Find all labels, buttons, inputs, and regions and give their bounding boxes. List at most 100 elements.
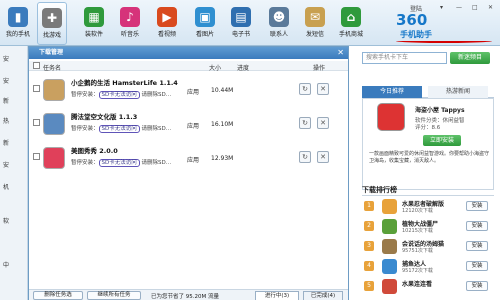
left-sidebar: 安 安 新 热 新 安 机 软 中 <box>0 46 28 300</box>
sidebar-item[interactable]: 中 <box>3 260 9 269</box>
delete-icon[interactable]: ✕ <box>317 151 329 163</box>
rank-number: 5 <box>364 281 374 291</box>
install-button[interactable]: 安装 <box>466 261 488 271</box>
status-prefix: 暂停安装： <box>71 92 99 98</box>
app-icon <box>43 79 65 101</box>
row-checkbox[interactable] <box>33 85 40 92</box>
col-size[interactable]: 大小 <box>209 63 221 72</box>
col-ops[interactable]: 操作 <box>313 63 325 72</box>
nav-label: 看图片 <box>195 31 214 38</box>
nav-ebook[interactable]: ▤ 电子书 <box>226 2 256 45</box>
download-row[interactable]: 小企鹅的生活 HamsterLife 1.1.4 暂停安装： SD卡无法访问 请删… <box>29 73 334 107</box>
envelope-icon: ✉ <box>305 7 325 27</box>
maximize-icon[interactable]: □ <box>472 4 478 11</box>
row-checkbox[interactable] <box>33 119 40 126</box>
phone-icon: ▮ <box>8 7 28 27</box>
rank-item[interactable]: 4 捕鱼达人 95172次下载 安装 <box>362 258 494 276</box>
sidebar-item[interactable]: 机 <box>3 182 9 191</box>
rank-number: 1 <box>364 201 374 211</box>
rank-item[interactable]: 5 水果连连看 安装 <box>362 278 494 296</box>
app-type: 应用 <box>187 123 200 130</box>
nav-mall[interactable]: ⌂ 手机商城 <box>336 2 366 45</box>
status-suffix: 请删除SD… <box>141 92 172 98</box>
rank-item[interactable]: 2 植物大战僵尸 10215次下载 安装 <box>362 218 494 236</box>
rank-downloads: 95172次下载 <box>402 268 433 274</box>
rank-title: 下载排行榜 <box>362 186 397 194</box>
contacts-icon: ☻ <box>269 7 289 27</box>
tab-downloading[interactable]: 进行中(3) <box>255 291 299 300</box>
delete-tasks-button[interactable]: 删除任务选 <box>33 291 83 300</box>
dialog-bottom-bar: 删除任务选 继续所有任务 已为您节省了 95.20M 流量 进行中(3) 已完成… <box>29 289 348 300</box>
nav-contacts[interactable]: ☻ 联系人 <box>264 2 294 45</box>
col-name[interactable]: 任务名 <box>43 63 61 72</box>
dialog-title-bar: 下载管理 ✕ <box>29 47 348 59</box>
nav-sms[interactable]: ✉ 发短信 <box>300 2 330 45</box>
error-message: SD卡无法访问 <box>98 159 140 167</box>
nav-label: 听音乐 <box>120 31 139 38</box>
picture-icon: ▣ <box>195 7 215 27</box>
rank-number: 2 <box>364 221 374 231</box>
app-icon <box>382 219 397 234</box>
search-input[interactable]: 搜索手机卡下车 <box>362 52 447 64</box>
retry-icon[interactable]: ↻ <box>299 117 311 129</box>
delete-icon[interactable]: ✕ <box>317 83 329 95</box>
continue-all-button[interactable]: 继续所有任务 <box>87 291 141 300</box>
cart-icon: ⌂ <box>341 7 361 27</box>
rank-item[interactable]: 1 水果忍者破解版 12120次下载 安装 <box>362 198 494 216</box>
annotation-underline <box>396 39 492 43</box>
search-button[interactable]: 新迷频目 <box>450 52 490 64</box>
sidebar-item[interactable]: 热 <box>3 116 9 125</box>
status-suffix: 请删除SD… <box>141 126 172 132</box>
featured-title[interactable]: 海盗小屋 Tappys <box>415 105 465 114</box>
minimize-icon[interactable]: ▾ <box>440 4 443 11</box>
nav-video[interactable]: ▶ 看视频 <box>152 2 182 45</box>
rank-downloads: 95751次下载 <box>402 248 433 254</box>
app-type: 应用 <box>187 157 200 164</box>
retry-icon[interactable]: ↻ <box>299 83 311 95</box>
sidebar-item[interactable]: 新 <box>3 138 9 147</box>
app-size: 16.10M <box>211 121 234 128</box>
tab-hot-news[interactable]: 热游新闻 <box>428 86 488 98</box>
sidebar-item[interactable]: 安 <box>3 54 9 63</box>
sidebar-item[interactable]: 安 <box>3 76 9 85</box>
featured-app-icon <box>377 103 405 131</box>
install-now-button[interactable]: 立即安装 <box>423 135 461 146</box>
app-name: 腾法堂空文化版 1.1.3 <box>71 113 138 121</box>
sidebar-item[interactable]: 安 <box>3 160 9 169</box>
restore-icon[interactable]: — <box>456 4 462 11</box>
col-progress[interactable]: 进度 <box>237 63 249 72</box>
app-icon <box>382 279 397 294</box>
close-icon[interactable]: ✕ <box>337 47 344 59</box>
rank-item[interactable]: 3 会说话的汤姆猫 95751次下载 安装 <box>362 238 494 256</box>
select-all-checkbox[interactable] <box>33 62 40 69</box>
music-icon: ♪ <box>120 7 140 27</box>
nav-label: 电子书 <box>231 31 250 38</box>
nav-pictures[interactable]: ▣ 看图片 <box>190 2 220 45</box>
nav-music[interactable]: ♪ 听音乐 <box>115 2 145 45</box>
row-checkbox[interactable] <box>33 153 40 160</box>
nav-my-phone[interactable]: ▮ 我的手机 <box>3 2 33 45</box>
apps-grid-icon: ▦ <box>84 7 104 27</box>
tab-completed[interactable]: 已完成(4) <box>303 291 343 300</box>
nav-install-software[interactable]: ▦ 装软件 <box>79 2 109 45</box>
saved-traffic-text: 已为您节省了 95.20M 流量 <box>151 294 219 300</box>
tab-today[interactable]: 今日推荐 <box>362 86 422 98</box>
download-row[interactable]: 美图秀秀 2.0.0 暂停安装： SD卡无法访问 请删除SD… 应用 12.93M… <box>29 141 334 175</box>
nav-find-games[interactable]: ✚ 找游戏 <box>37 2 67 45</box>
install-button[interactable]: 安装 <box>466 201 488 211</box>
retry-icon[interactable]: ↻ <box>299 151 311 163</box>
sidebar-item[interactable]: 新 <box>3 96 9 105</box>
download-row[interactable]: 腾法堂空文化版 1.1.3 暂停安装： SD卡无法访问 请删除SD… 应用 16.… <box>29 107 334 141</box>
close-icon[interactable]: ✕ <box>488 4 493 11</box>
column-header: 任务名 大小 进度 操作 <box>29 61 348 72</box>
video-icon: ▶ <box>157 7 177 27</box>
sidebar-item[interactable]: 软 <box>3 216 9 225</box>
app-icon <box>382 259 397 274</box>
app-icon <box>382 199 397 214</box>
install-button[interactable]: 安装 <box>466 221 488 231</box>
delete-icon[interactable]: ✕ <box>317 117 329 129</box>
install-button[interactable]: 安装 <box>466 241 488 251</box>
install-button[interactable]: 安装 <box>466 281 488 291</box>
app-icon <box>43 113 65 135</box>
nav-label: 手机商城 <box>338 31 363 38</box>
